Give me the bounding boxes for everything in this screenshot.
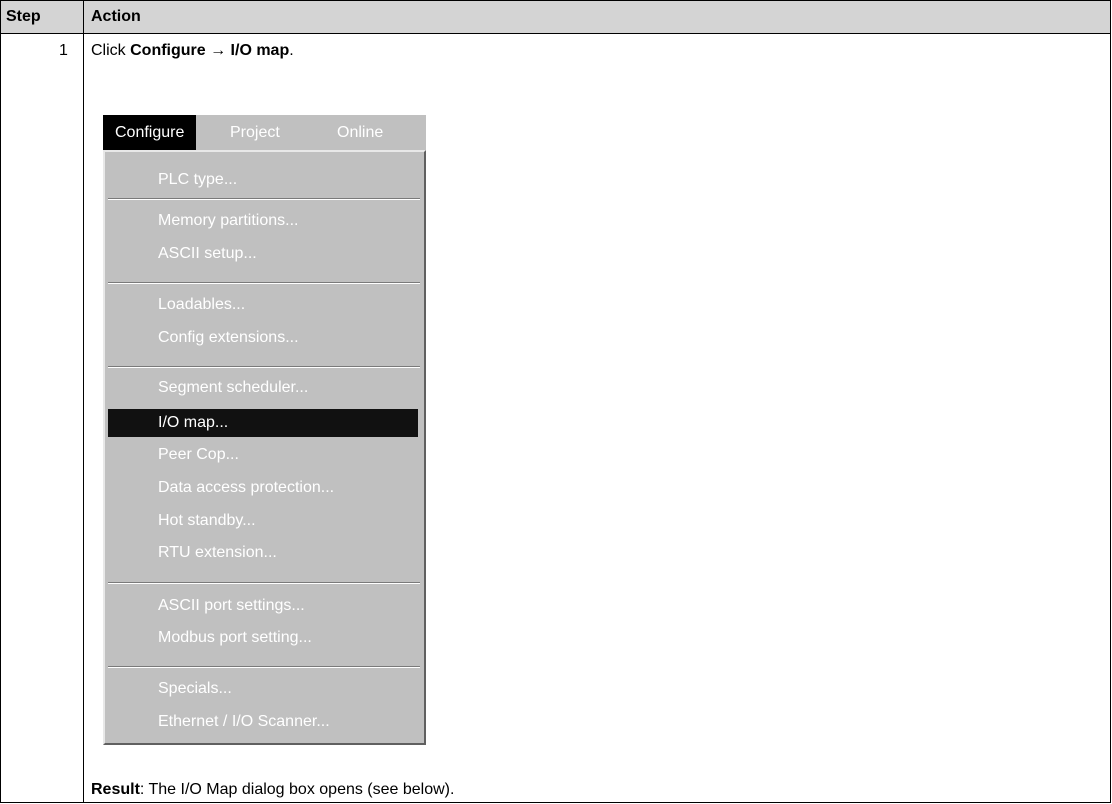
menu-item-segment-scheduler[interactable]: Segment scheduler... (105, 374, 424, 402)
header-step: Step (6, 8, 41, 25)
menu-separator (108, 366, 420, 368)
menu-online[interactable]: Online (337, 115, 383, 150)
menu-separator (108, 282, 420, 284)
menu-item-hot-standby[interactable]: Hot standby... (105, 507, 424, 535)
menu-item-ascii-setup[interactable]: ASCII setup... (105, 240, 424, 268)
table-header-row: Step Action (1, 1, 1110, 34)
menu-item-memory-partitions[interactable]: Memory partitions... (105, 207, 424, 235)
step-result: Result: The I/O Map dialog box opens (se… (91, 781, 454, 799)
menu-item-peer-cop[interactable]: Peer Cop... (105, 441, 424, 469)
menu-item-io-map[interactable]: I/O map... (108, 409, 418, 437)
header-action: Action (91, 8, 141, 25)
menu-item-plc-type[interactable]: PLC type... (105, 166, 424, 194)
menu-item-rtu-extension[interactable]: RTU extension... (105, 539, 424, 567)
result-text: : The I/O Map dialog box opens (see belo… (139, 781, 455, 798)
instruction-prefix: Click (91, 42, 131, 59)
result-label: Result (91, 781, 140, 798)
menu-configure[interactable]: Configure (103, 115, 197, 150)
instruction-menu-path: Configure → I/O map (130, 42, 290, 59)
step-number: 1 (59, 42, 68, 59)
menu-item-loadables[interactable]: Loadables... (105, 291, 424, 319)
menu-item-specials[interactable]: Specials... (105, 675, 424, 703)
menu-separator (108, 666, 420, 668)
step-instruction: Click Configure → I/O map. (91, 42, 294, 60)
menu-item-config-extensions[interactable]: Config extensions... (105, 324, 424, 352)
menu-item-ascii-port-settings[interactable]: ASCII port settings... (105, 592, 424, 620)
menu-project[interactable]: Project (230, 115, 280, 150)
menu-separator (108, 198, 420, 200)
instruction-suffix: . (289, 42, 294, 59)
menu-item-data-access-protection[interactable]: Data access protection... (105, 474, 424, 502)
menu-item-modbus-port-setting[interactable]: Modbus port setting... (105, 624, 424, 652)
configure-dropdown: PLC type... Memory partitions... ASCII s… (103, 150, 426, 745)
column-divider (83, 1, 84, 802)
menu-bar: Configure Project Online (103, 115, 426, 150)
menu-separator (108, 582, 420, 584)
menu-item-ethernet-io-scanner[interactable]: Ethernet / I/O Scanner... (105, 708, 424, 736)
